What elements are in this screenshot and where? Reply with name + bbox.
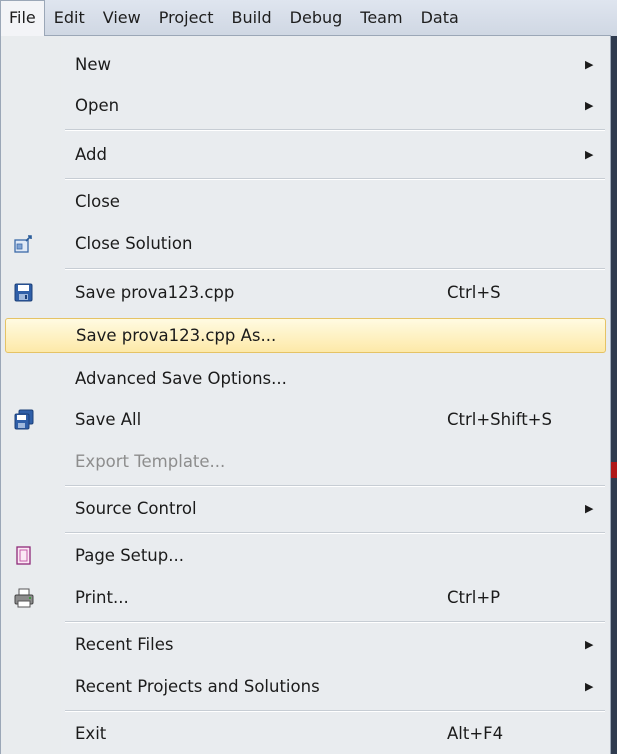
menu-item-label: Add [75, 145, 107, 164]
menu-item-label: Page Setup... [75, 546, 184, 565]
submenu-arrow-icon: ▶ [585, 99, 594, 112]
menu-separator [65, 178, 605, 180]
menu-item-label: Close [75, 192, 120, 211]
menu-item-exit[interactable]: Exit Alt+F4 [5, 716, 606, 751]
menu-item-open[interactable]: Open ▶ [5, 88, 606, 123]
menu-view[interactable]: View [94, 0, 150, 36]
menu-item-label: Source Control [75, 499, 197, 518]
menu-item-save-as[interactable]: Save prova123.cpp As... [5, 318, 606, 353]
menu-data[interactable]: Data [412, 0, 468, 36]
menu-separator [65, 532, 605, 534]
menu-item-label: Open [75, 96, 120, 115]
menu-item-new[interactable]: New ▶ [5, 47, 606, 82]
menu-separator [65, 485, 605, 487]
menu-debug[interactable]: Debug [281, 0, 352, 36]
save-icon [13, 282, 35, 304]
menu-bar: File Edit View Project Build Debug Team … [0, 0, 617, 36]
menu-item-label: Recent Projects and Solutions [75, 677, 320, 696]
menu-item-source-control[interactable]: Source Control ▶ [5, 491, 606, 526]
menu-item-label: Advanced Save Options... [75, 369, 287, 388]
menu-item-recent-projects[interactable]: Recent Projects and Solutions ▶ [5, 669, 606, 704]
menu-item-label: Exit [75, 724, 107, 743]
menu-item-add[interactable]: Add ▶ [5, 137, 606, 172]
menu-item-label: Save All [75, 410, 142, 429]
menu-item-label: Export Template... [75, 452, 226, 471]
menu-edit[interactable]: Edit [45, 0, 94, 36]
menu-item-close-solution[interactable]: Close Solution [5, 226, 606, 261]
menu-item-label: Close Solution [75, 234, 193, 253]
shortcut-label: Alt+F4 [447, 724, 504, 743]
menu-item-label: Recent Files [75, 635, 174, 654]
menu-team[interactable]: Team [351, 0, 411, 36]
error-marker [611, 462, 617, 478]
menu-item-label: Print... [75, 588, 129, 607]
menu-separator [65, 621, 605, 623]
shortcut-label: Ctrl+P [447, 588, 501, 607]
menu-item-advanced-save-options[interactable]: Advanced Save Options... [5, 361, 606, 396]
printer-icon [13, 587, 35, 609]
save-all-icon [13, 409, 35, 431]
menu-item-close[interactable]: Close [5, 184, 606, 219]
menu-build[interactable]: Build [222, 0, 280, 36]
menu-item-page-setup[interactable]: Page Setup... [5, 538, 606, 573]
menu-item-save[interactable]: Save prova123.cpp Ctrl+S [5, 275, 606, 310]
menu-item-label: New [75, 55, 111, 74]
submenu-arrow-icon: ▶ [585, 58, 594, 71]
menu-item-save-all[interactable]: Save All Ctrl+Shift+S [5, 402, 606, 437]
menu-item-label: Save prova123.cpp As... [76, 326, 277, 345]
menu-separator [65, 710, 605, 712]
shortcut-label: Ctrl+S [447, 283, 501, 302]
menu-separator [65, 268, 605, 270]
submenu-arrow-icon: ▶ [585, 680, 594, 693]
close-solution-icon [13, 233, 35, 255]
page-setup-icon [13, 545, 35, 567]
menu-item-label: Save prova123.cpp [75, 283, 235, 302]
shortcut-label: Ctrl+Shift+S [447, 410, 552, 429]
menu-project[interactable]: Project [150, 0, 223, 36]
menu-item-export-template[interactable]: Export Template... [5, 444, 606, 479]
submenu-arrow-icon: ▶ [585, 638, 594, 651]
menu-separator [65, 129, 605, 131]
menu-item-print[interactable]: Print... Ctrl+P [5, 580, 606, 615]
menu-file[interactable]: File [0, 0, 45, 36]
menu-item-recent-files[interactable]: Recent Files ▶ [5, 627, 606, 662]
submenu-arrow-icon: ▶ [585, 148, 594, 161]
background-editor-edge [611, 36, 617, 754]
submenu-arrow-icon: ▶ [585, 502, 594, 515]
file-menu-dropdown: New ▶ Open ▶ Add ▶ Close Close Solution [0, 35, 611, 754]
